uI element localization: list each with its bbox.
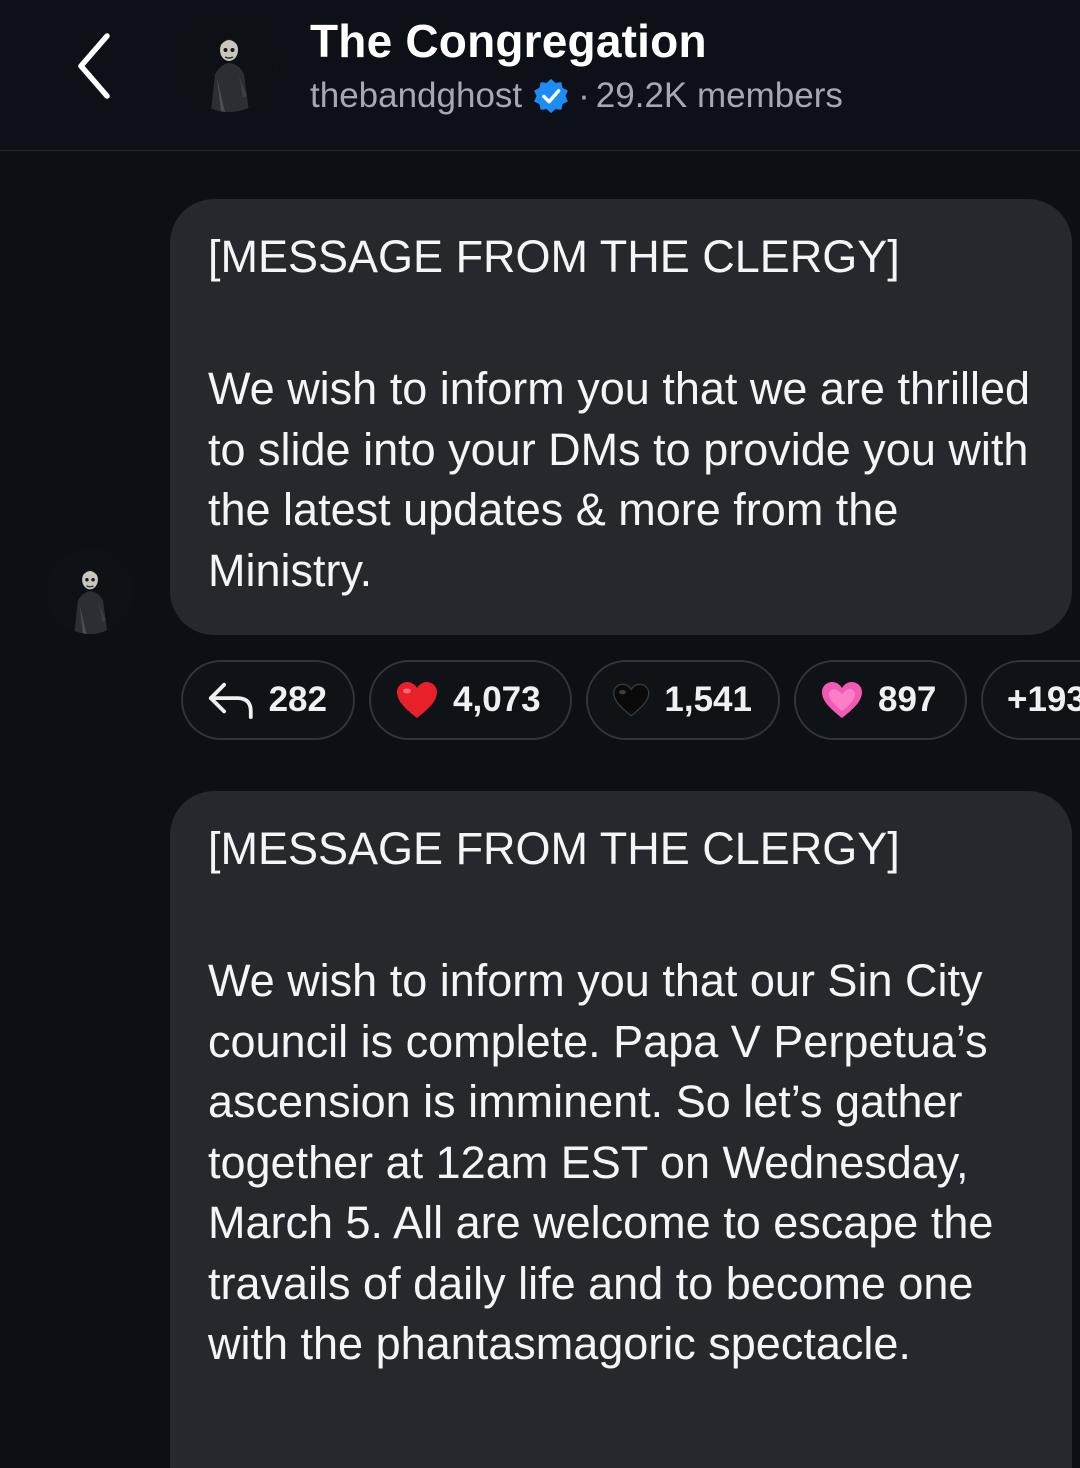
chat-screen: The Congregation thebandghost · 29.2K me… [0,0,1080,1468]
channel-header: The Congregation thebandghost · 29.2K me… [0,0,1080,151]
channel-avatar[interactable] [181,16,277,112]
reactions-bar: 282 4,073 1,541 897 +193 [181,660,1080,742]
separator-dot: · [578,76,590,115]
message-heading: [MESSAGE FROM THE CLERGY] [208,823,900,874]
black-heart-icon [613,683,650,717]
pink-heart-count: 897 [878,680,937,719]
verified-badge-icon [534,78,569,114]
red-heart-count: 4,073 [453,680,541,719]
channel-subline: thebandghost · 29.2K members [310,76,843,116]
channel-username[interactable]: thebandghost [310,76,522,116]
message-bubble[interactable]: [MESSAGE FROM THE CLERGY] We wish to inf… [170,199,1072,635]
message-heading: [MESSAGE FROM THE CLERGY] [208,231,900,282]
red-heart-icon [397,682,437,718]
message-bubble[interactable]: [MESSAGE FROM THE CLERGY] We wish to inf… [170,791,1072,1468]
reaction-chip-red-heart[interactable]: 4,073 [369,660,572,740]
reply-count: 282 [268,680,327,719]
performer-avatar-image [181,16,277,112]
reply-arrow-icon [208,682,253,720]
pink-heart-icon [822,682,862,718]
back-button[interactable] [60,26,130,106]
black-heart-count: 1,541 [664,680,752,719]
more-reactions-chip[interactable]: +193 [981,660,1080,740]
members-count: 29.2K members [595,76,843,115]
reply-chip[interactable]: 282 [181,660,355,740]
reaction-chip-black-heart[interactable]: 1,541 [586,660,780,740]
channel-title[interactable]: The Congregation [310,14,707,68]
more-reactions-count: +193 [1007,680,1080,719]
performer-avatar-image [48,550,132,634]
message-body: We wish to inform you that we are thrill… [208,363,1031,596]
sender-avatar[interactable] [48,550,132,634]
message-body: We wish to inform you that our Sin City … [208,955,994,1369]
reaction-chip-pink-heart[interactable]: 897 [794,660,967,740]
chevron-left-icon [78,33,110,99]
